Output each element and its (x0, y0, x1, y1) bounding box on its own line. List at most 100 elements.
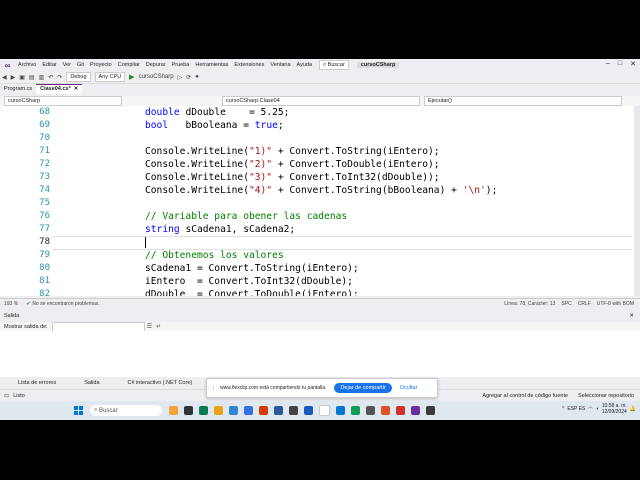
menu-item-depurar[interactable]: Depurar (143, 62, 169, 68)
app-icon[interactable] (199, 406, 208, 415)
language-indicator[interactable]: ESP ES (567, 406, 585, 412)
search-box[interactable]: ⌕ Buscar (319, 60, 349, 70)
configuration-select[interactable]: Debug (66, 72, 91, 82)
select-repository[interactable]: Seleccionar repositorio (578, 393, 634, 399)
brave-icon[interactable] (381, 406, 390, 415)
app-icon-4[interactable] (366, 406, 375, 415)
share-grip-icon[interactable]: ⋮ (211, 385, 216, 391)
file-explorer-icon[interactable] (214, 406, 223, 415)
vertical-scrollbar[interactable] (634, 106, 640, 296)
code-line[interactable]: // Variable para obener las cadenas (145, 211, 347, 222)
panel-close-icon[interactable]: ✕ (629, 313, 634, 319)
word-icon[interactable] (274, 406, 283, 415)
minimize-icon[interactable]: – (606, 60, 610, 68)
undo-icon[interactable]: ↶ (46, 74, 55, 81)
code-line[interactable]: bool bBooleana = true; (145, 120, 284, 131)
refresh-icon[interactable]: ⟳ (184, 74, 193, 81)
document-tab[interactable]: Clase04.cs* ✕ (36, 83, 83, 94)
menu-item-compilar[interactable]: Compilar (115, 62, 143, 68)
back-icon[interactable]: ◀ (0, 74, 9, 81)
code-editor[interactable]: 68 69 70 71 72 73 74 75 76 77 78 79 80 81 82 double dD… (0, 106, 634, 296)
clear-output-icon[interactable]: ☰ (145, 323, 154, 330)
platform-select[interactable]: Any CPU (94, 72, 126, 82)
menu-item-archivo[interactable]: Archivo (15, 62, 39, 68)
code-line[interactable]: dDouble = Convert.ToDouble(iEntero); (145, 289, 359, 296)
app-icon-6[interactable] (426, 406, 435, 415)
outlook-icon[interactable] (304, 406, 313, 415)
widget-icon[interactable] (169, 406, 178, 415)
vscode-icon[interactable] (336, 406, 345, 415)
forward-icon[interactable]: ▶ (9, 74, 18, 81)
code-line[interactable]: Console.WriteLine("4)" + Convert.ToStrin… (145, 185, 497, 196)
output-source-select[interactable] (51, 321, 145, 332)
bottom-tab[interactable]: C# interactivo (.NET Core) (128, 380, 193, 386)
new-item-icon[interactable]: ▣ (17, 74, 27, 81)
chrome-icon[interactable] (319, 405, 330, 416)
project-name-badge: cursoCSharp (356, 62, 400, 68)
code-line[interactable]: iEntero = Convert.ToInt32(dDouble); (145, 276, 353, 287)
document-tab[interactable]: Program.cs (0, 84, 36, 93)
code-line[interactable]: Console.WriteLine("1)" + Convert.ToStrin… (145, 146, 440, 157)
encoding-indicator[interactable]: UTF-8 with BOM (597, 301, 634, 307)
menu-item-herramientas[interactable]: Herramientas (192, 62, 231, 68)
run-target-label[interactable]: cursoCSharp (137, 74, 176, 80)
redo-icon[interactable]: ↷ (55, 74, 64, 81)
menu-item-prueba[interactable]: Prueba (169, 62, 193, 68)
word-wrap-icon[interactable]: ↵ (154, 323, 163, 330)
app-icon-5[interactable] (396, 406, 405, 415)
run-icon[interactable]: ▶ (127, 73, 136, 81)
output-panel-body[interactable] (0, 331, 640, 377)
hide-button[interactable]: Ocultar (400, 385, 418, 391)
visual-studio-icon[interactable] (411, 406, 420, 415)
code-line[interactable]: sCadena1 = Convert.ToString(iEntero); (145, 263, 359, 274)
code-line[interactable]: string sCadena1, sCadena2; (145, 224, 295, 235)
breakpoint-icon[interactable]: ● (193, 74, 201, 80)
code-line[interactable]: Console.WriteLine("2)" + Convert.ToDoubl… (145, 159, 440, 170)
windows-start-icon[interactable] (74, 406, 83, 415)
bottom-tab[interactable]: Salida (84, 380, 99, 386)
store-icon[interactable] (244, 406, 253, 415)
line-ending-indicator[interactable]: CRLF (578, 301, 591, 307)
notifications-icon[interactable]: 🔔 (630, 406, 636, 412)
office-icon[interactable] (259, 406, 268, 415)
menu-item-extensiones[interactable]: Extensiones (231, 62, 267, 68)
wifi-icon[interactable]: ◠ (588, 406, 592, 412)
close-icon[interactable]: ✕ (630, 60, 636, 68)
line-number: 72 (39, 159, 50, 169)
stop-sharing-button[interactable]: Dejar de compartir (334, 383, 392, 393)
visual-studio-logo-icon[interactable]: ∞ (3, 61, 12, 70)
project-combo[interactable]: cursoCSharp (4, 96, 122, 106)
save-icon[interactable]: ▤ (27, 74, 37, 81)
code-line[interactable]: // Obtenemos los valores (145, 250, 284, 261)
menu-item-ver[interactable]: Ver (60, 62, 74, 68)
maximize-icon[interactable]: □ (618, 60, 622, 68)
tray-chevron-icon[interactable]: ^ (562, 406, 564, 412)
bottom-tab[interactable]: Lista de errores (18, 380, 56, 386)
taskbar-search[interactable]: ⌕ Buscar (90, 405, 162, 416)
windows-taskbar: ⌕ Buscar ^ ESP ES ◠ ◖ 10:58 a. m. 12/09/2… (0, 401, 640, 420)
menu-item-editar[interactable]: Editar (39, 62, 59, 68)
zoom-level[interactable]: 193 % (4, 301, 18, 307)
cursor-position[interactable]: Línea: 78, Carácter: 13 (504, 301, 555, 307)
volume-icon[interactable]: ◖ (596, 406, 599, 412)
task-view-icon[interactable] (184, 406, 193, 415)
app-icon-2[interactable] (289, 406, 298, 415)
save-all-icon[interactable]: ▥ (37, 74, 47, 81)
clock[interactable]: 10:58 a. m. 12/09/2024 (602, 403, 627, 415)
run-without-debug-icon[interactable]: ▷ (176, 74, 185, 81)
add-source-control[interactable]: Agregar al control de código fuente (482, 393, 568, 399)
spaces-indicator[interactable]: SPC (561, 301, 571, 307)
code-line[interactable]: double dDouble = 5.25; (145, 107, 289, 118)
member-combo[interactable]: Ejecutar() (424, 96, 622, 106)
code-line[interactable]: Console.WriteLine("3)" + Convert.ToInt32… (145, 172, 440, 183)
tab-close-icon[interactable]: ✕ (74, 86, 79, 92)
menu-item-proyecto[interactable]: Proyecto (87, 62, 115, 68)
share-text: www.flexclip.com está compartiendo tu pa… (220, 385, 327, 391)
edge-icon[interactable] (229, 406, 238, 415)
menu-item-git[interactable]: Git (74, 62, 87, 68)
menu-item-ventana[interactable]: Ventana (267, 62, 293, 68)
app-icon-3[interactable] (351, 406, 360, 415)
menu-item-ayuda[interactable]: Ayuda (294, 62, 316, 68)
class-combo[interactable]: cursoCSharp.Clase04 (222, 96, 420, 106)
problems-text[interactable]: No se encontraron problemas. (32, 301, 99, 307)
